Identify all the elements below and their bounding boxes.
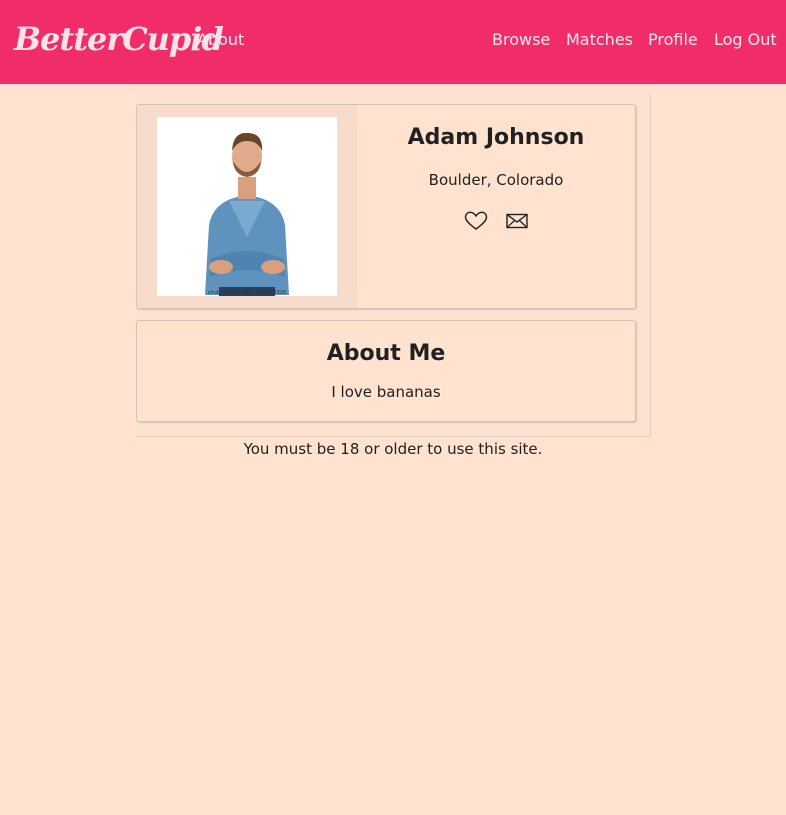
man-portrait-image: shutterstock.com • 439433326 [157,117,337,296]
about-me-text: I love bananas [331,383,441,401]
nav-link-about[interactable]: About [197,30,244,50]
profile-container: shutterstock.com • 439433326 Adam Johnso… [136,94,651,437]
nav-link-logout[interactable]: Log Out [714,30,777,50]
profile-location: Boulder, Colorado [428,171,564,189]
profile-card: shutterstock.com • 439433326 Adam Johnso… [136,104,636,309]
photo-frame: shutterstock.com • 439433326 [137,105,357,308]
about-me-title: About Me [326,341,446,366]
envelope-icon[interactable] [505,211,529,231]
age-disclaimer: You must be 18 or older to use this site… [243,440,543,458]
brand-logo[interactable]: BetterCupid [14,17,224,61]
navbar: BetterCupid About Browse Matches Profile… [0,0,786,84]
nav-link-profile[interactable]: Profile [648,30,698,50]
profile-name: Adam Johnson [407,125,585,150]
photo-watermark: shutterstock.com • 439433326 [208,290,286,296]
heart-icon[interactable] [464,211,488,231]
nav-link-browse[interactable]: Browse [492,30,550,50]
nav-link-matches[interactable]: Matches [566,30,633,50]
profile-photo: shutterstock.com • 439433326 [157,117,337,296]
about-me-card: About Me I love bananas [136,320,636,422]
